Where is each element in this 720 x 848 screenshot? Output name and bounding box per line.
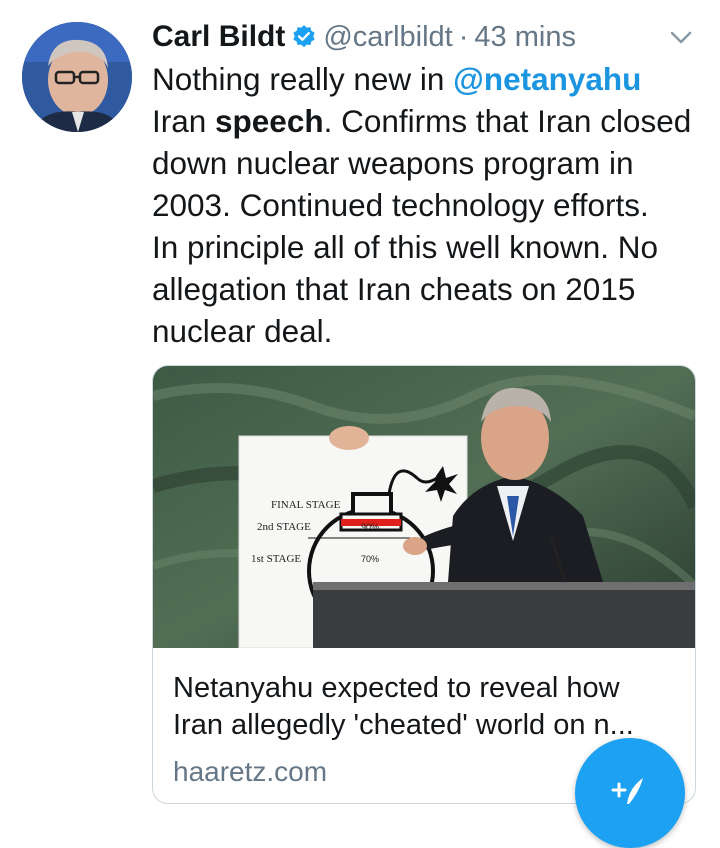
compose-tweet-button[interactable] (575, 738, 685, 848)
sign-final-stage-label: FINAL STAGE (271, 499, 341, 511)
tweet-line: In principle all of this well known. No (152, 229, 658, 265)
author-avatar[interactable] (22, 22, 132, 132)
tweet-text-segment: Nothing really new in (152, 61, 454, 97)
tweet-line: down nuclear weapons program in (152, 145, 634, 181)
avatar-photo (22, 22, 132, 132)
tweet-text-segment: Iran (152, 103, 216, 139)
tweet-header: Carl Bildt @carlbildt · 43 mins (152, 16, 576, 58)
sign-2nd-stage-label: 2nd STAGE (257, 521, 311, 533)
tweet-text: Nothing really new in @netanyahu Iran sp… (152, 58, 707, 352)
tweet-line: 2003. Continued technology efforts. (152, 187, 649, 223)
tweet-text-segment: . Confirms that Iran closed (323, 103, 692, 139)
card-title-line: Iran allegedly 'cheated' world on n... (173, 709, 634, 741)
tweet-line: Iran speech. Confirms that Iran closed (152, 100, 707, 142)
mention-link[interactable]: @netanyahu (453, 61, 641, 97)
highlighted-term: speech (215, 103, 324, 139)
author-name[interactable]: Carl Bildt (152, 20, 285, 54)
sign-1st-stage-label: 1st STAGE (251, 553, 301, 565)
card-title-line: Netanyahu expected to reveal how (173, 672, 620, 704)
tweet-line: Nothing really new in @netanyahu (152, 58, 707, 100)
author-handle[interactable]: @carlbildt (323, 21, 452, 54)
card-image[interactable]: FINAL STAGE 2nd STAGE 1st STAGE 90% 70% (153, 366, 695, 648)
sign-90-label: 90% (361, 522, 379, 532)
compose-tweet-icon (611, 778, 643, 804)
verified-badge-icon (293, 25, 315, 48)
chevron-down-icon[interactable] (668, 28, 694, 48)
tweet-line: allegation that Iran cheats on 2015 (152, 271, 636, 307)
sign-70-label: 70% (361, 554, 379, 564)
link-preview-card[interactable]: FINAL STAGE 2nd STAGE 1st STAGE 90% 70% … (152, 365, 696, 804)
tweet-timestamp[interactable]: 43 mins (474, 21, 576, 54)
tweet-line: nuclear deal. (152, 313, 333, 349)
separator-dot: · (458, 20, 469, 53)
card-domain: haaretz.com (173, 756, 328, 787)
card-title[interactable]: Netanyahu expected to reveal how Iran al… (173, 670, 673, 744)
